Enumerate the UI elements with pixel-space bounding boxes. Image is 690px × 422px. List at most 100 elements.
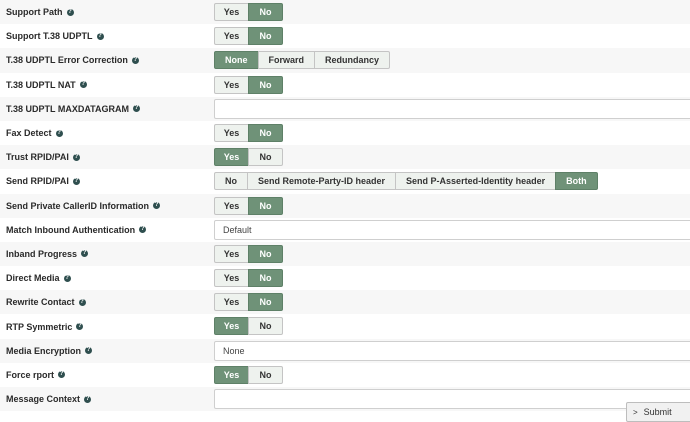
field-label: Support Path? xyxy=(6,0,74,24)
message-context-input[interactable] xyxy=(214,389,690,409)
field-label: Send Private CallerID Information? xyxy=(6,194,161,218)
field-label: Send RPID/PAI? xyxy=(6,169,80,193)
form-row-trust-rpid-pai: Trust RPID/PAI? Yes No xyxy=(0,145,690,170)
fax-detect-toggle-group: Yes No xyxy=(214,123,283,142)
match-inbound-authentication-select[interactable]: Default xyxy=(214,219,690,240)
field-label-text: Message Context xyxy=(6,394,81,405)
rewrite-contact-option-no[interactable]: No xyxy=(248,293,283,312)
help-icon[interactable]: ? xyxy=(78,298,86,306)
form-row-t38-udptl-nat: T.38 UDPTL NAT? Yes No xyxy=(0,73,690,97)
send-rpid-pai-option-send-remote-party-id-header[interactable]: Send Remote-Party-ID header xyxy=(247,172,397,191)
help-icon[interactable]: ? xyxy=(66,8,74,16)
direct-media-option-yes[interactable]: Yes xyxy=(214,269,249,288)
form-row-support-path: Support Path? Yes No xyxy=(0,0,690,25)
support-t38-udptl-toggle-group: Yes No xyxy=(214,27,283,46)
support-t38-udptl-option-no[interactable]: No xyxy=(248,27,283,46)
field-label-text: Force rport xyxy=(6,369,55,380)
submit-label: Submit xyxy=(643,407,672,417)
field-label-text: Inband Progress xyxy=(6,248,78,259)
form-row-t38-udptl-error-correction: T.38 UDPTL Error Correction? None Forward R… xyxy=(0,48,690,73)
form-row-fax-detect: Fax Detect? Yes No xyxy=(0,121,690,145)
inband-progress-option-no[interactable]: No xyxy=(248,244,283,263)
form-row-send-private-callerid: Send Private CallerID Information? Yes No xyxy=(0,193,690,218)
inband-progress-option-yes[interactable]: Yes xyxy=(214,244,249,263)
inband-progress-toggle-group: Yes No xyxy=(214,244,283,263)
trust-rpid-pai-option-no[interactable]: No xyxy=(248,148,283,167)
field-label: T.38 UDPTL MAXDATAGRAM? xyxy=(6,97,141,121)
field-label-text: Fax Detect xyxy=(6,128,52,139)
fax-detect-option-yes[interactable]: Yes xyxy=(214,123,249,142)
submit-button[interactable]: > Submit xyxy=(626,402,690,422)
form-row-send-rpid-pai: Send RPID/PAI? No Send Remote-Party-ID hea… xyxy=(0,169,690,193)
field-label-text: Rewrite Contact xyxy=(6,297,75,308)
field-label: Rewrite Contact? xyxy=(6,290,86,314)
field-label: RTP Symmetric? xyxy=(6,314,84,338)
help-icon[interactable]: ? xyxy=(131,56,139,64)
field-label-text: T.38 UDPTL MAXDATAGRAM xyxy=(6,103,130,114)
send-rpid-pai-option-no[interactable]: No xyxy=(214,172,248,191)
help-icon[interactable]: ? xyxy=(96,32,104,40)
send-private-callerid-option-no[interactable]: No xyxy=(248,196,283,215)
rtp-symmetric-option-yes[interactable]: Yes xyxy=(214,317,249,336)
help-icon[interactable]: ? xyxy=(63,274,71,282)
send-rpid-pai-option-both[interactable]: Both xyxy=(555,172,598,191)
help-icon[interactable]: ? xyxy=(85,347,93,355)
support-path-option-no[interactable]: No xyxy=(248,3,283,21)
help-icon[interactable]: ? xyxy=(72,177,80,185)
help-icon[interactable]: ? xyxy=(84,395,92,403)
field-value: Default xyxy=(223,224,252,235)
field-label: Inband Progress? xyxy=(6,242,89,266)
form-row-rtp-symmetric: RTP Symmetric? Yes No xyxy=(0,314,690,338)
force-rport-option-yes[interactable]: Yes xyxy=(214,365,249,384)
field-label-text: RTP Symmetric xyxy=(6,321,73,332)
support-t38-udptl-option-yes[interactable]: Yes xyxy=(214,27,249,46)
rtp-symmetric-option-no[interactable]: No xyxy=(248,317,283,336)
help-icon[interactable]: ? xyxy=(79,81,87,89)
t38-udptl-nat-option-no[interactable]: No xyxy=(248,75,283,94)
t38-udptl-error-correction-option-redundancy[interactable]: Redundancy xyxy=(314,51,391,70)
t38-udptl-nat-option-yes[interactable]: Yes xyxy=(214,75,249,94)
t38-udptl-error-correction-option-none[interactable]: None xyxy=(214,51,259,70)
send-rpid-pai-toggle-group: No Send Remote-Party-ID header Send P-Asse… xyxy=(214,172,598,191)
field-label-text: Trust RPID/PAI xyxy=(6,152,69,163)
form-row-rewrite-contact: Rewrite Contact? Yes No xyxy=(0,290,690,315)
help-icon[interactable]: ? xyxy=(133,105,141,113)
form-row-direct-media: Direct Media? Yes No xyxy=(0,266,690,290)
help-icon[interactable]: ? xyxy=(139,226,147,234)
field-label: Match Inbound Authentication? xyxy=(6,218,147,242)
field-label: T.38 UDPTL NAT? xyxy=(6,73,87,97)
help-icon[interactable]: ? xyxy=(58,371,66,379)
direct-media-toggle-group: Yes No xyxy=(214,269,283,288)
field-value: None xyxy=(223,345,245,356)
help-icon[interactable]: ? xyxy=(55,129,63,137)
help-icon[interactable]: ? xyxy=(153,202,161,210)
t38-udptl-maxdatagram-input[interactable] xyxy=(214,98,690,119)
field-label: Force rport? xyxy=(6,363,66,387)
field-label-text: Match Inbound Authentication xyxy=(6,224,136,235)
rewrite-contact-option-yes[interactable]: Yes xyxy=(214,293,249,312)
fax-detect-option-no[interactable]: No xyxy=(248,123,283,142)
send-private-callerid-toggle-group: Yes No xyxy=(214,196,283,215)
field-label: Support T.38 UDPTL? xyxy=(6,24,104,48)
direct-media-option-no[interactable]: No xyxy=(248,269,283,288)
t38-udptl-error-correction-option-forward[interactable]: Forward xyxy=(257,51,316,70)
form-row-message-context: Message Context? xyxy=(0,387,690,412)
rewrite-contact-toggle-group: Yes No xyxy=(214,293,283,312)
send-private-callerid-option-yes[interactable]: Yes xyxy=(214,196,249,215)
media-encryption-select[interactable]: None xyxy=(214,340,690,361)
force-rport-option-no[interactable]: No xyxy=(248,365,283,384)
field-label: Fax Detect? xyxy=(6,121,63,145)
form-row-force-rport: Force rport? Yes No xyxy=(0,363,690,387)
field-label-text: T.38 UDPTL Error Correction xyxy=(6,55,128,66)
trust-rpid-pai-toggle-group: Yes No xyxy=(214,148,283,167)
help-icon[interactable]: ? xyxy=(72,153,80,161)
form-row-t38-udptl-maxdatagram: T.38 UDPTL MAXDATAGRAM? xyxy=(0,96,690,121)
help-icon[interactable]: ? xyxy=(81,250,89,258)
trust-rpid-pai-option-yes[interactable]: Yes xyxy=(214,148,249,167)
help-icon[interactable]: ? xyxy=(76,323,84,331)
support-path-option-yes[interactable]: Yes xyxy=(214,3,249,21)
send-rpid-pai-option-send-p-asserted-identity-header[interactable]: Send P-Asserted-Identity header xyxy=(395,172,557,191)
settings-form: Support Path? Yes No Support T.38 UDPTL? Yes… xyxy=(0,0,690,412)
field-label-text: Direct Media xyxy=(6,273,60,284)
chevron-right-icon: > xyxy=(633,407,638,417)
